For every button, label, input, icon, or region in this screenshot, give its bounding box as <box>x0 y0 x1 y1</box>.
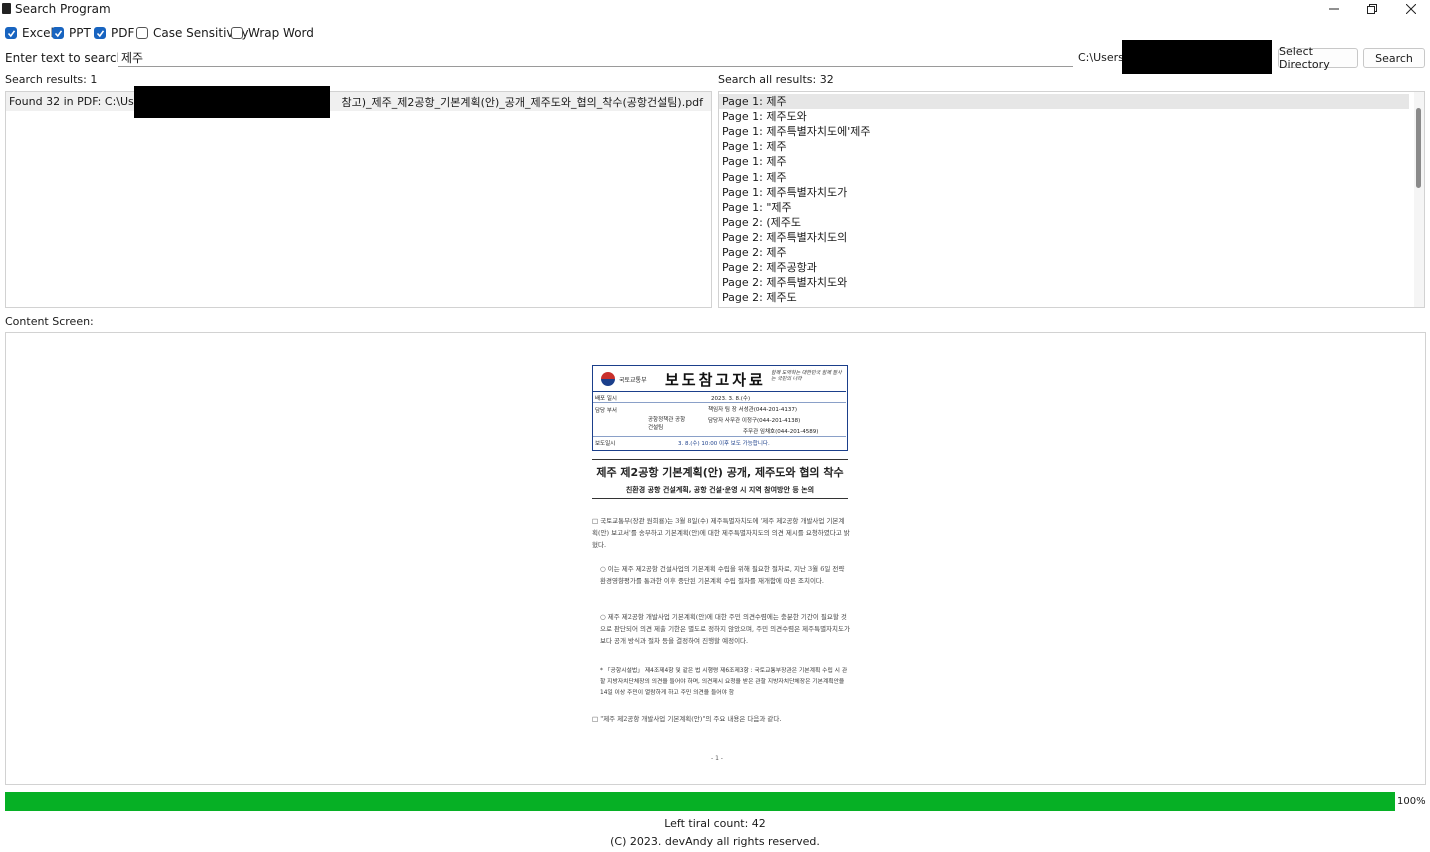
copyright: (C) 2023. devAndy all rights reserved. <box>610 835 820 848</box>
checkbox-unchecked-icon[interactable] <box>136 27 148 39</box>
list-item[interactable]: Page 2: 제주특별자치도의 <box>719 230 1409 245</box>
list-item[interactable]: Page 2: (제주도 <box>719 215 1409 230</box>
document-page: 국토교통부 보도참고자료 함께 도약하는 대한민국 함께 잘사는 국민의 나라 … <box>586 363 856 763</box>
content-screen: 국토교통부 보도참고자료 함께 도약하는 대한민국 함께 잘사는 국민의 나라 … <box>5 332 1426 785</box>
page-number: - 1 - <box>711 755 723 762</box>
results-count-label: Search results: 1 <box>5 73 98 86</box>
press-header-table: 국토교통부 보도참고자료 함께 도약하는 대한민국 함께 잘사는 국민의 나라 … <box>592 365 848 451</box>
paragraph: □ "제주 제2공항 개발사업 기본계획(안)"의 주요 내용은 다음과 같다. <box>592 715 782 723</box>
minimize-button[interactable] <box>1315 0 1353 18</box>
paragraph: □ 국토교통부(장관 원희룡)는 3월 8일(수) 제주특별자치도에 '제주 제… <box>592 517 850 549</box>
progress-bar <box>5 792 1395 811</box>
document-title-box: 제주 제2공항 기본계획(안) 공개, 제주도와 협의 착수 친환경 공항 건설… <box>592 459 848 499</box>
close-button[interactable] <box>1392 0 1430 18</box>
search-button[interactable]: Search <box>1363 48 1425 68</box>
scrollbar-thumb[interactable] <box>1416 108 1421 188</box>
header-row: 배포 일시 2023. 3. 8.(수) <box>593 392 846 403</box>
list-item[interactable]: Page 2: 제주도 <box>719 290 1409 305</box>
list-item[interactable]: Page 1: "제주 <box>719 200 1409 215</box>
filter-ppt[interactable]: PPT <box>52 26 91 40</box>
header-row: 담당 부서 공항정책관 공항건설팀 책임자 팀 장 서성관(044-201-41… <box>593 403 846 437</box>
header-row: 보도일시 3. 8.(수) 10:00 이후 보도 가능합니다. <box>593 437 846 449</box>
directory-path: C:\Users\ <box>1078 51 1128 64</box>
header-key: 담당 부서 <box>595 408 617 414</box>
list-item[interactable]: Page 1: 제주도와 <box>719 109 1409 124</box>
header-value: 3. 8.(수) 10:00 이후 보도 가능합니다. <box>678 441 770 447</box>
filter-label: Wrap Word <box>248 26 314 40</box>
list-item[interactable]: Page 1: 제주 <box>719 154 1409 169</box>
app-icon <box>2 3 11 14</box>
filter-pdf[interactable]: PDF <box>94 26 134 40</box>
filter-label: PPT <box>69 26 91 40</box>
checkbox-checked-icon[interactable] <box>94 27 106 39</box>
window-title: Search Program <box>15 2 111 16</box>
list-item[interactable]: Page 1: 제주특별자치도에'제주 <box>719 124 1409 139</box>
redaction-block <box>134 86 330 118</box>
list-item[interactable]: Page 1: 제주 <box>719 139 1409 154</box>
all-results-list[interactable]: Page 1: 제주 Page 1: 제주도와 Page 1: 제주특별자치도에'제… <box>718 91 1425 308</box>
paragraph: ○ 이는 제주 제2공항 건설사업의 기본계획 수립을 위해 필요한 절차로, … <box>600 565 845 585</box>
ministry-logo-icon <box>601 372 615 386</box>
minimize-icon <box>1329 8 1339 10</box>
footnote: * 「공항시설법」 제4조제4항 및 같은 법 시행령 제6조제3항 : 국토교… <box>600 668 848 696</box>
list-item[interactable]: Page 1: 제주 <box>719 170 1409 185</box>
list-item[interactable]: Page 2: 제주특별자치도와 <box>719 275 1409 290</box>
restore-button[interactable] <box>1353 0 1391 18</box>
select-directory-button[interactable]: Select Directory <box>1278 45 1358 71</box>
close-icon <box>1406 4 1416 14</box>
ministry-name: 국토교통부 <box>619 377 647 384</box>
checkbox-checked-icon[interactable] <box>52 27 64 39</box>
progress-fill <box>5 792 1395 811</box>
result-path-suffix: 참고)_제주_제2공항_기본계획(안)_공개_제주도와_협의_착수(공항건설팀)… <box>341 95 704 109</box>
checkbox-unchecked-icon[interactable] <box>231 27 243 39</box>
redaction-block <box>1122 40 1272 74</box>
all-results-count-label: Search all results: 32 <box>718 73 834 86</box>
restore-icon <box>1367 4 1377 14</box>
results-list[interactable]: Found 32 in PDF: C:\Users\ 참고)_제주_제2공항_기본… <box>5 91 712 308</box>
header-value: 공항정책관 공항건설팀 <box>648 417 686 431</box>
press-header: 국토교통부 보도참고자료 함께 도약하는 대한민국 함께 잘사는 국민의 나라 <box>593 366 846 392</box>
filter-wrap-word[interactable]: Wrap Word <box>231 26 314 40</box>
trial-count: Left tiral count: 42 <box>664 817 766 830</box>
checkbox-checked-icon[interactable] <box>5 27 17 39</box>
header-value: 2023. 3. 8.(수) <box>711 396 751 402</box>
press-title: 보도참고자료 <box>665 371 766 389</box>
filter-label: Excel <box>22 26 54 40</box>
result-path-prefix: Found 32 in PDF: C:\Users\ <box>9 95 155 108</box>
list-item[interactable]: Page 2: 제주공항과 <box>719 260 1409 275</box>
contact-line: 주무관 임채호(044-201-4589) <box>743 429 819 435</box>
scrollbar[interactable] <box>1414 92 1424 307</box>
search-input[interactable] <box>118 49 1073 67</box>
list-item[interactable]: Page 1: 제주특별자치도가 <box>719 185 1409 200</box>
document-title: 제주 제2공항 기본계획(안) 공개, 제주도와 협의 착수 <box>596 466 844 479</box>
title-bar: Search Program <box>0 0 1430 18</box>
content-label: Content Screen: <box>5 315 94 328</box>
filter-excel[interactable]: Excel <box>5 26 54 40</box>
slogan: 함께 도약하는 대한민국 함께 잘사는 국민의 나라 <box>771 370 842 382</box>
progress-percent: 100% <box>1397 796 1426 807</box>
list-item[interactable]: Found 32 in PDF: C:\Users\ 참고)_제주_제2공항_기본… <box>6 92 711 111</box>
paragraph: ○ 제주 제2공항 개발사업 기본계획(안)에 대한 주민 의견수렴에는 충분한… <box>600 613 850 645</box>
header-key: 보도일시 <box>595 441 616 447</box>
filter-label: PDF <box>111 26 135 40</box>
list-item[interactable]: Page 1: 제주 <box>719 94 1409 109</box>
header-key: 배포 일시 <box>595 396 617 402</box>
document-subtitle: 친환경 공항 건설계획, 공항 건설·운영 시 지역 참여방안 등 논의 <box>625 486 815 494</box>
contact-line: 책임자 팀 장 서성관(044-201-4137) <box>708 407 797 413</box>
contact-line: 담당자 사무관 이정구(044-201-4138) <box>708 418 801 424</box>
list-item[interactable]: Page 2: 제주 <box>719 245 1409 260</box>
